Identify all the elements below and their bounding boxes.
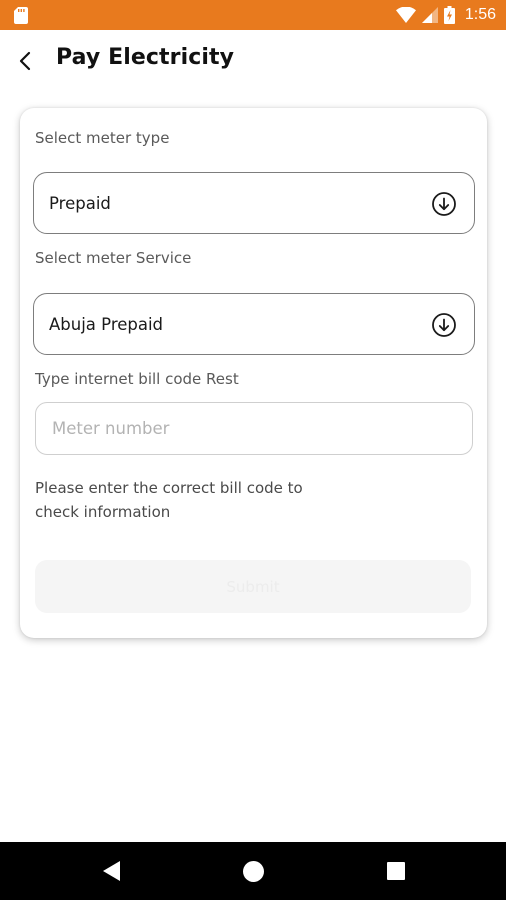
back-arrow-icon xyxy=(19,51,31,71)
page-title: Pay Electricity xyxy=(56,45,235,70)
meter-service-value: Abuja Prepaid xyxy=(49,314,164,334)
back-button[interactable] xyxy=(10,46,40,76)
nav-home-icon[interactable] xyxy=(243,861,264,882)
meter-number-input[interactable] xyxy=(35,402,473,455)
bill-code-label: Type internet bill code Rest xyxy=(35,370,239,388)
wifi-icon xyxy=(395,7,416,23)
status-bar: 1:56 xyxy=(0,0,506,30)
meter-service-label: Select meter Service xyxy=(35,249,192,267)
arrow-down-circle-icon xyxy=(432,313,456,337)
meter-type-label: Select meter type xyxy=(35,129,170,147)
status-icons: 1:56 xyxy=(395,0,496,30)
sd-card-icon xyxy=(14,7,28,24)
submit-button[interactable]: Submit xyxy=(35,560,471,613)
app-bar: Pay Electricity xyxy=(0,30,506,92)
cell-signal-icon xyxy=(421,7,438,23)
status-time: 1:56 xyxy=(464,6,496,23)
nav-back-icon[interactable] xyxy=(101,860,123,882)
meter-type-value: Prepaid xyxy=(49,193,111,213)
payment-form-card: Select meter type Prepaid Select meter S… xyxy=(20,108,487,638)
nav-recents-icon[interactable] xyxy=(387,862,405,880)
meter-type-select[interactable]: Prepaid xyxy=(33,172,475,234)
battery-icon xyxy=(443,6,455,24)
submit-button-label: Submit xyxy=(226,577,280,596)
arrow-down-circle-icon xyxy=(432,192,456,216)
helper-text: Please enter the correct bill code to ch… xyxy=(35,479,303,521)
meter-service-select[interactable]: Abuja Prepaid xyxy=(33,293,475,355)
navigation-bar xyxy=(0,842,506,900)
